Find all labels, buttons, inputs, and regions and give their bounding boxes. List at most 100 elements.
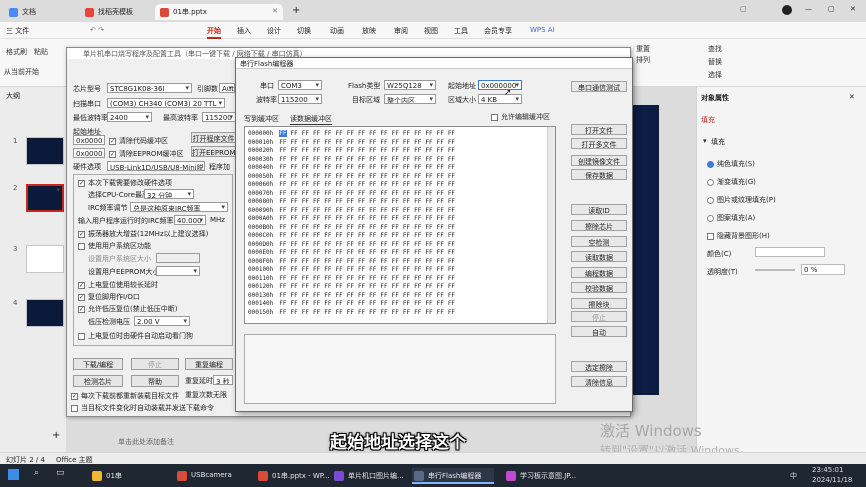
system-size-input[interactable] — [156, 253, 200, 263]
slide-thumbnail-4[interactable] — [26, 299, 64, 327]
window-close-icon[interactable]: ✕ — [850, 5, 856, 13]
format-painter-button[interactable]: 格式刷 — [6, 47, 27, 57]
delay-input[interactable]: 3 秒 — [213, 375, 233, 385]
menu-transition[interactable]: 切换 — [297, 26, 311, 36]
tab-write-buffer[interactable]: 写到缓冲区 — [244, 114, 279, 124]
color-picker[interactable] — [755, 247, 825, 257]
pane-close-icon[interactable]: ✕ — [849, 93, 855, 101]
port-select[interactable]: COM3 — [278, 80, 322, 90]
size-select[interactable]: 4 KB — [478, 94, 522, 104]
paste-button[interactable]: 粘贴 — [34, 47, 48, 57]
hw-option-tab-more[interactable]: 程序加 — [209, 162, 230, 172]
open-multi-file-button[interactable]: 打开多文件 — [571, 138, 627, 149]
minimize-icon[interactable]: ▢ — [740, 5, 747, 13]
hex-buffer-view[interactable]: 000000h FF FF FF FF FF FF FF FF FF FF FF FF FF FF FF FF 0… — [244, 126, 556, 324]
reset-button[interactable]: 重置 — [636, 44, 650, 54]
info-log-box[interactable] — [244, 334, 556, 404]
start-addr-select[interactable]: 0x000000 — [478, 80, 522, 90]
chip-select[interactable]: STC8G1K08-36I — [107, 83, 192, 93]
menu-animation[interactable]: 动画 — [330, 26, 344, 36]
taskbar-app[interactable]: 串行Flash编程器 — [412, 468, 494, 484]
menu-tools[interactable]: 工具 — [454, 26, 468, 36]
taskbar-app[interactable]: 单片机口图片编... — [332, 468, 414, 484]
outline-tab[interactable]: 大纲 — [6, 91, 20, 101]
eeprom-size-select[interactable] — [156, 266, 200, 276]
max-baud-select[interactable]: 115200 — [202, 112, 236, 122]
osc-gain-checkbox[interactable]: ✓ 振荡器放大增益(12MHz以上建议选择) — [78, 229, 208, 239]
clear-info-button[interactable]: 清除信息 — [571, 376, 627, 387]
slide-thumbnail-1[interactable] — [26, 137, 64, 165]
transparency-input[interactable]: 0 % — [801, 264, 845, 275]
menu-design[interactable]: 设计 — [267, 26, 281, 36]
min-baud-select[interactable]: 2400 — [107, 112, 152, 122]
modify-hw-checkbox[interactable]: ✓ 本次下载需要修改硬件选项 — [78, 178, 172, 188]
comm-test-button[interactable]: 串口通信测试 — [571, 81, 627, 92]
fill-collapse-icon[interactable]: ▾ — [703, 137, 707, 145]
window-maximize-icon[interactable]: ▢ — [828, 5, 835, 13]
open-program-button[interactable]: 打开程序文件 — [191, 132, 236, 143]
clear-eeprom-checkbox[interactable]: ✓ 清除EEPROM缓冲区 — [109, 149, 183, 159]
hide-background-checkbox[interactable]: 隐藏背景图形(H) — [707, 231, 770, 241]
tab-pptx[interactable]: 01串.pptx ✕ — [155, 4, 283, 20]
edit-buffer-checkbox[interactable]: 允许编辑缓冲区 — [491, 112, 550, 122]
select-button[interactable]: 选择 — [708, 70, 722, 80]
pins-select[interactable]: Auto — [219, 83, 235, 93]
taskbar-app[interactable]: USBcamera — [175, 468, 257, 484]
replace-button[interactable]: 替换 — [708, 57, 722, 67]
erase-chip-button[interactable]: 擦除芯片 — [571, 220, 627, 231]
menu-insert[interactable]: 插入 — [237, 26, 251, 36]
menu-view[interactable]: 视图 — [424, 26, 438, 36]
hex-scrollbar[interactable] — [547, 127, 555, 323]
tab-documents[interactable]: 文档 — [4, 4, 74, 20]
arrange-button[interactable]: 排列 — [636, 55, 650, 65]
avatar[interactable] — [782, 5, 792, 15]
read-id-button[interactable]: 读取ID — [571, 204, 627, 215]
check-chip-button[interactable]: 检测芯片 — [73, 375, 123, 387]
auto-button[interactable]: 自动 — [571, 326, 627, 337]
low-voltage-reset-checkbox[interactable]: ✓ 允许低压复位(禁止低压中断) — [78, 304, 177, 314]
notes-placeholder[interactable]: 单击此处添加备注 — [118, 437, 174, 447]
radio-picture[interactable]: 图片或纹理填充(P) — [707, 195, 776, 205]
save-data-button[interactable]: 保存数据 — [571, 169, 627, 180]
lvd-select[interactable]: 2.00 V — [134, 316, 190, 326]
tab-read-buffer[interactable]: 读数据缓冲区 — [290, 114, 332, 125]
open-file-button[interactable]: 打开文件 — [571, 124, 627, 135]
menu-review[interactable]: 审阅 — [394, 26, 408, 36]
target-select[interactable]: 整个内区 — [384, 94, 436, 104]
eeprom-addr-input[interactable]: 0x0000 — [73, 148, 105, 158]
radio-gradient[interactable]: 渐变填充(G) — [707, 177, 756, 187]
close-icon[interactable]: ✕ — [272, 7, 278, 15]
user-system-checkbox[interactable]: 使用用户系统区功能 — [78, 241, 151, 251]
reset-io-checkbox[interactable]: ✓ 复位脚用作I/O口 — [78, 292, 140, 302]
tab-template[interactable]: 找稻壳模板 — [80, 4, 152, 20]
transparency-slider[interactable] — [755, 269, 795, 271]
slide-thumbnail-3[interactable] — [26, 245, 64, 273]
watchdog-checkbox[interactable]: 上电复位时由硬件自动启动看门狗 — [78, 331, 193, 341]
erase-block-button[interactable]: 擦除块 — [571, 298, 627, 309]
task-view-icon[interactable]: ▭ — [56, 468, 65, 478]
window-minimize-icon[interactable]: — — [805, 5, 812, 13]
program-data-button[interactable]: 编程数据 — [571, 267, 627, 278]
section-fill[interactable]: 填充 — [701, 115, 715, 125]
verify-data-button[interactable]: 校验数据 — [571, 282, 627, 293]
reload-checkbox[interactable]: ✓ 每次下载前都重新装载目标文件 — [71, 391, 179, 401]
ime-indicator[interactable]: 中 — [790, 471, 797, 481]
slide-thumbnail-2[interactable] — [26, 184, 64, 212]
windows-start-icon[interactable] — [8, 469, 19, 480]
play-current-button[interactable]: 从当前开始 — [4, 67, 39, 77]
taskbar-app[interactable]: 学习板示意图.JP... — [504, 468, 586, 484]
search-icon[interactable]: ⌕ — [34, 468, 39, 478]
irc-select[interactable]: 总是这种原来IRC频率 — [130, 202, 228, 212]
open-eeprom-button[interactable]: 打开EEPROM文件 — [191, 146, 249, 157]
cpu-core-select[interactable]: 32 分钟 — [144, 189, 194, 199]
irc-freq-input[interactable]: 40.000 — [174, 215, 206, 225]
create-image-button[interactable]: 创建镜像文件 — [571, 155, 627, 166]
new-tab-button[interactable]: + — [292, 5, 300, 16]
taskbar-app[interactable]: 01串.pptx - WP... — [256, 468, 338, 484]
flash-type-select[interactable]: W25Q128 — [384, 80, 436, 90]
radio-pattern[interactable]: 图案填充(A) — [707, 213, 755, 223]
port-select[interactable]: (COM3) CH340 (COM3) 20 TTL — [107, 98, 225, 108]
wps-ai-button[interactable]: WPS AI — [530, 26, 555, 34]
selected-erase-button[interactable]: 选定擦除 — [571, 361, 627, 372]
slide-canvas[interactable] — [631, 105, 659, 395]
